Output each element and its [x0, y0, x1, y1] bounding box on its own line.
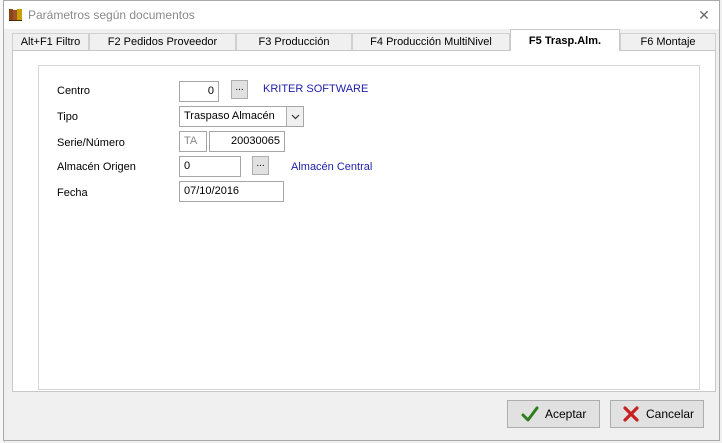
cancel-label: Cancelar [646, 407, 695, 421]
centro-label: Centro [57, 85, 91, 97]
tab-filtro[interactable]: Alt+F1 Filtro [12, 33, 89, 50]
serie-input[interactable]: TA [179, 131, 207, 152]
almacen-origen-label: Almacén Origen [57, 161, 136, 173]
centro-lookup-button[interactable]: ... [231, 80, 248, 99]
fecha-label: Fecha [57, 187, 88, 199]
app-books-icon [9, 9, 22, 21]
tab-panel: Centro 0 ... KRITER SOFTWARE Tipo Traspa… [12, 50, 716, 392]
tab-pedidos-proveedor[interactable]: F2 Pedidos Proveedor [89, 33, 236, 50]
fecha-input[interactable]: 07/10/2016 [179, 181, 284, 202]
centro-description: KRITER SOFTWARE [263, 83, 369, 95]
tab-trasp-alm[interactable]: F5 Trasp.Alm. [510, 29, 620, 51]
check-icon [521, 406, 539, 422]
tipo-select-value: Traspaso Almacén [184, 110, 275, 122]
tab-montaje[interactable]: F6 Montaje [620, 33, 716, 50]
numero-input[interactable]: 20030065 [209, 131, 285, 152]
form-group: Centro 0 ... KRITER SOFTWARE Tipo Traspa… [38, 65, 700, 390]
serie-numero-label: Serie/Número [57, 137, 125, 149]
centro-input[interactable]: 0 [179, 81, 219, 102]
close-icon: ✕ [698, 6, 710, 23]
title-bar: Parámetros según documentos ✕ [4, 1, 719, 29]
accept-label: Aceptar [545, 407, 587, 421]
tipo-dropdown-button[interactable] [286, 107, 303, 126]
tab-strip: Alt+F1 Filtro F2 Pedidos Proveedor F3 Pr… [12, 29, 716, 51]
tab-produccion-multinivel[interactable]: F4 Producción MultiNivel [352, 33, 510, 50]
tab-produccion[interactable]: F3 Producción [236, 33, 352, 50]
cross-icon [623, 406, 639, 422]
almacen-origen-input[interactable]: 0 [179, 156, 241, 177]
almacen-lookup-button[interactable]: ... [252, 156, 269, 175]
window-title: Parámetros según documentos [28, 8, 195, 22]
close-button[interactable]: ✕ [691, 3, 717, 27]
tipo-label: Tipo [57, 111, 78, 123]
almacen-origen-description: Almacén Central [291, 161, 373, 173]
cancel-button[interactable]: Cancelar [610, 400, 704, 428]
parametros-dialog: Parámetros según documentos ✕ Alt+F1 Fil… [3, 0, 720, 441]
accept-button[interactable]: Aceptar [507, 400, 600, 428]
chevron-down-icon [291, 114, 299, 119]
